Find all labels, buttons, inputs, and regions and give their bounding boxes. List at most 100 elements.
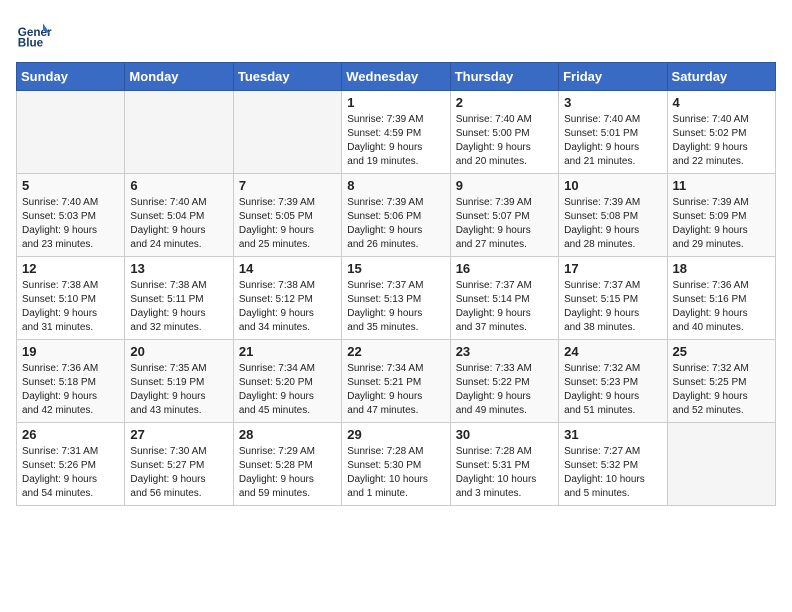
day-info: Sunrise: 7:39 AM Sunset: 5:05 PM Dayligh…: [239, 196, 336, 252]
day-number: 2: [456, 95, 553, 110]
day-number: 17: [564, 261, 661, 276]
day-of-week-header: Sunday: [17, 63, 125, 91]
day-info: Sunrise: 7:28 AM Sunset: 5:30 PM Dayligh…: [347, 445, 444, 501]
calendar-cell: 23 Sunrise: 7:33 AM Sunset: 5:22 PM Dayli…: [450, 340, 558, 423]
day-info: Sunrise: 7:32 AM Sunset: 5:23 PM Dayligh…: [564, 362, 661, 418]
day-number: 24: [564, 344, 661, 359]
day-number: 5: [22, 178, 119, 193]
day-info: Sunrise: 7:30 AM Sunset: 5:27 PM Dayligh…: [130, 445, 227, 501]
day-number: 21: [239, 344, 336, 359]
calendar-cell: [233, 91, 341, 174]
day-number: 26: [22, 427, 119, 442]
day-number: 31: [564, 427, 661, 442]
calendar-cell: [667, 423, 775, 506]
calendar-cell: 18Sunrise: 7:36 AM Sunset: 5:16 PM Dayli…: [667, 257, 775, 340]
day-of-week-header: Tuesday: [233, 63, 341, 91]
day-number: 28: [239, 427, 336, 442]
day-of-week-header: Thursday: [450, 63, 558, 91]
calendar-week-row: 5 Sunrise: 7:40 AM Sunset: 5:03 PM Daylig…: [17, 174, 776, 257]
day-number: 20: [130, 344, 227, 359]
day-info: Sunrise: 7:37 AM Sunset: 5:14 PM Dayligh…: [456, 279, 553, 335]
day-number: 14: [239, 261, 336, 276]
calendar-cell: 30 Sunrise: 7:28 AM Sunset: 5:31 PM Dayli…: [450, 423, 558, 506]
calendar-cell: 1 Sunrise: 7:39 AM Sunset: 4:59 PM Daylig…: [342, 91, 450, 174]
day-number: 4: [673, 95, 770, 110]
day-info: Sunrise: 7:39 AM Sunset: 5:09 PM Dayligh…: [673, 196, 770, 252]
day-info: Sunrise: 7:39 AM Sunset: 4:59 PM Dayligh…: [347, 113, 444, 169]
day-number: 25: [673, 344, 770, 359]
logo: General Blue: [16, 16, 56, 52]
day-number: 10: [564, 178, 661, 193]
day-number: 29: [347, 427, 444, 442]
day-info: Sunrise: 7:31 AM Sunset: 5:26 PM Dayligh…: [22, 445, 119, 501]
calendar-cell: 7 Sunrise: 7:39 AM Sunset: 5:05 PM Daylig…: [233, 174, 341, 257]
calendar-cell: 2 Sunrise: 7:40 AM Sunset: 5:00 PM Daylig…: [450, 91, 558, 174]
day-number: 6: [130, 178, 227, 193]
day-number: 23: [456, 344, 553, 359]
calendar-cell: 22Sunrise: 7:34 AM Sunset: 5:21 PM Dayli…: [342, 340, 450, 423]
day-info: Sunrise: 7:40 AM Sunset: 5:02 PM Dayligh…: [673, 113, 770, 169]
calendar-cell: 13 Sunrise: 7:38 AM Sunset: 5:11 PM Dayli…: [125, 257, 233, 340]
day-number: 8: [347, 178, 444, 193]
calendar-cell: 24 Sunrise: 7:32 AM Sunset: 5:23 PM Dayli…: [559, 340, 667, 423]
day-of-week-header: Monday: [125, 63, 233, 91]
calendar-week-row: 19 Sunrise: 7:36 AM Sunset: 5:18 PM Dayli…: [17, 340, 776, 423]
day-info: Sunrise: 7:40 AM Sunset: 5:03 PM Dayligh…: [22, 196, 119, 252]
day-info: Sunrise: 7:33 AM Sunset: 5:22 PM Dayligh…: [456, 362, 553, 418]
calendar-cell: 11 Sunrise: 7:39 AM Sunset: 5:09 PM Dayli…: [667, 174, 775, 257]
day-number: 27: [130, 427, 227, 442]
svg-text:Blue: Blue: [18, 37, 44, 50]
calendar-cell: 20Sunrise: 7:35 AM Sunset: 5:19 PM Dayli…: [125, 340, 233, 423]
calendar-header-row: SundayMondayTuesdayWednesdayThursdayFrid…: [17, 63, 776, 91]
calendar-cell: 17Sunrise: 7:37 AM Sunset: 5:15 PM Dayli…: [559, 257, 667, 340]
day-info: Sunrise: 7:38 AM Sunset: 5:11 PM Dayligh…: [130, 279, 227, 335]
day-info: Sunrise: 7:40 AM Sunset: 5:00 PM Dayligh…: [456, 113, 553, 169]
day-info: Sunrise: 7:38 AM Sunset: 5:12 PM Dayligh…: [239, 279, 336, 335]
day-number: 12: [22, 261, 119, 276]
day-info: Sunrise: 7:29 AM Sunset: 5:28 PM Dayligh…: [239, 445, 336, 501]
day-of-week-header: Wednesday: [342, 63, 450, 91]
day-info: Sunrise: 7:40 AM Sunset: 5:04 PM Dayligh…: [130, 196, 227, 252]
day-info: Sunrise: 7:40 AM Sunset: 5:01 PM Dayligh…: [564, 113, 661, 169]
day-info: Sunrise: 7:32 AM Sunset: 5:25 PM Dayligh…: [673, 362, 770, 418]
calendar-cell: 16 Sunrise: 7:37 AM Sunset: 5:14 PM Dayli…: [450, 257, 558, 340]
calendar-cell: 29 Sunrise: 7:28 AM Sunset: 5:30 PM Dayli…: [342, 423, 450, 506]
day-number: 7: [239, 178, 336, 193]
calendar-cell: [17, 91, 125, 174]
day-number: 15: [347, 261, 444, 276]
day-info: Sunrise: 7:39 AM Sunset: 5:08 PM Dayligh…: [564, 196, 661, 252]
calendar-week-row: 1 Sunrise: 7:39 AM Sunset: 4:59 PM Daylig…: [17, 91, 776, 174]
calendar-cell: 25 Sunrise: 7:32 AM Sunset: 5:25 PM Dayli…: [667, 340, 775, 423]
day-number: 13: [130, 261, 227, 276]
calendar-cell: 14 Sunrise: 7:38 AM Sunset: 5:12 PM Dayli…: [233, 257, 341, 340]
calendar-cell: 21 Sunrise: 7:34 AM Sunset: 5:20 PM Dayli…: [233, 340, 341, 423]
page-header: General Blue: [16, 16, 776, 52]
day-info: Sunrise: 7:34 AM Sunset: 5:20 PM Dayligh…: [239, 362, 336, 418]
day-info: Sunrise: 7:39 AM Sunset: 5:07 PM Dayligh…: [456, 196, 553, 252]
day-number: 1: [347, 95, 444, 110]
day-info: Sunrise: 7:37 AM Sunset: 5:13 PM Dayligh…: [347, 279, 444, 335]
day-number: 9: [456, 178, 553, 193]
day-of-week-header: Friday: [559, 63, 667, 91]
calendar-table: SundayMondayTuesdayWednesdayThursdayFrid…: [16, 62, 776, 506]
calendar-cell: 10 Sunrise: 7:39 AM Sunset: 5:08 PM Dayli…: [559, 174, 667, 257]
calendar-cell: 27 Sunrise: 7:30 AM Sunset: 5:27 PM Dayli…: [125, 423, 233, 506]
calendar-cell: 15 Sunrise: 7:37 AM Sunset: 5:13 PM Dayli…: [342, 257, 450, 340]
calendar-cell: 5 Sunrise: 7:40 AM Sunset: 5:03 PM Daylig…: [17, 174, 125, 257]
day-info: Sunrise: 7:34 AM Sunset: 5:21 PM Dayligh…: [347, 362, 444, 418]
calendar-week-row: 12 Sunrise: 7:38 AM Sunset: 5:10 PM Dayli…: [17, 257, 776, 340]
day-info: Sunrise: 7:36 AM Sunset: 5:18 PM Dayligh…: [22, 362, 119, 418]
day-number: 16: [456, 261, 553, 276]
calendar-cell: 8 Sunrise: 7:39 AM Sunset: 5:06 PM Daylig…: [342, 174, 450, 257]
day-number: 19: [22, 344, 119, 359]
day-info: Sunrise: 7:36 AM Sunset: 5:16 PM Dayligh…: [673, 279, 770, 335]
calendar-cell: [125, 91, 233, 174]
day-info: Sunrise: 7:39 AM Sunset: 5:06 PM Dayligh…: [347, 196, 444, 252]
calendar-cell: 12 Sunrise: 7:38 AM Sunset: 5:10 PM Dayli…: [17, 257, 125, 340]
day-info: Sunrise: 7:28 AM Sunset: 5:31 PM Dayligh…: [456, 445, 553, 501]
calendar-cell: 9 Sunrise: 7:39 AM Sunset: 5:07 PM Daylig…: [450, 174, 558, 257]
day-info: Sunrise: 7:38 AM Sunset: 5:10 PM Dayligh…: [22, 279, 119, 335]
day-number: 11: [673, 178, 770, 193]
calendar-cell: 26 Sunrise: 7:31 AM Sunset: 5:26 PM Dayli…: [17, 423, 125, 506]
day-number: 30: [456, 427, 553, 442]
